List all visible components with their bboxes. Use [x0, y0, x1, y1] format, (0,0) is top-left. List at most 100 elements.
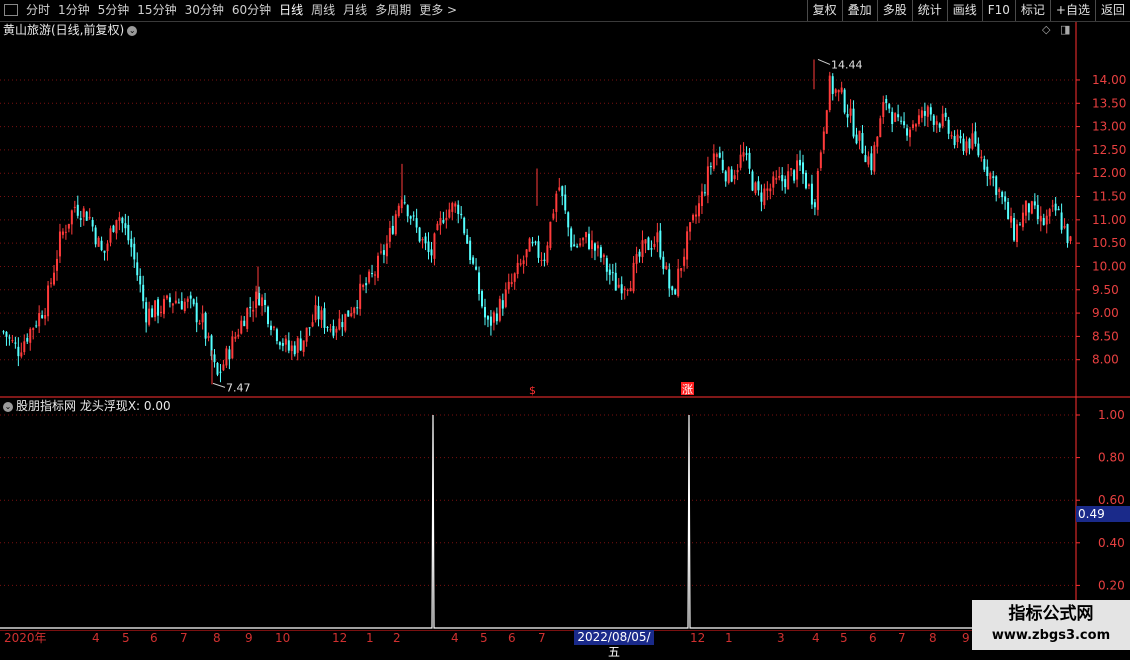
- candle-body: [136, 262, 139, 276]
- candle-body: [1039, 215, 1042, 222]
- candle-body: [1054, 203, 1057, 211]
- candle-body: [341, 322, 344, 328]
- candle-body: [760, 192, 763, 202]
- candle-body: [531, 241, 534, 244]
- candle-body: [272, 326, 275, 328]
- candle-body: [632, 262, 635, 292]
- candle-body: [264, 299, 267, 305]
- candle-body: [576, 246, 579, 248]
- candle-body: [124, 223, 127, 229]
- candle-body: [127, 224, 130, 241]
- diamond-icon[interactable]: ◇: [1042, 23, 1050, 36]
- candle-body: [659, 230, 662, 258]
- candle-body: [133, 243, 136, 260]
- x-tick-label: 8: [929, 631, 937, 645]
- candle-body: [287, 340, 290, 351]
- candle-body: [932, 115, 935, 125]
- candle-body: [1018, 224, 1021, 226]
- candle-body: [885, 98, 888, 104]
- candle-body: [867, 156, 870, 165]
- candle-body: [962, 138, 965, 152]
- candle-body: [1001, 191, 1004, 198]
- candle-body: [650, 248, 653, 250]
- candle-body: [674, 289, 677, 295]
- chart-surface[interactable]: 14.0013.5013.0012.5012.0011.5011.0010.50…: [0, 0, 1130, 650]
- candle-body: [641, 240, 644, 258]
- candle-body: [231, 336, 234, 359]
- candle-body: [739, 154, 742, 168]
- candle-body: [44, 314, 47, 319]
- candle-body: [692, 214, 695, 221]
- indicator-title: 股朋指标网 龙头浮现X: 0.00: [16, 399, 171, 413]
- candle-body: [816, 170, 819, 210]
- candle-body: [85, 211, 88, 221]
- candle-body: [564, 194, 567, 211]
- candle-body: [730, 169, 733, 182]
- x-tick-label: 12: [690, 631, 706, 645]
- candle-body: [700, 191, 703, 206]
- x-tick-label: 6: [508, 631, 516, 645]
- candle-body: [249, 306, 252, 309]
- candle-body: [26, 337, 29, 342]
- candle-body: [2, 331, 5, 333]
- candle-body: [240, 320, 243, 334]
- x-tick-label: 5: [480, 631, 488, 645]
- x-tick-label: 7: [898, 631, 906, 645]
- candle-body: [388, 227, 391, 242]
- candle-body: [88, 216, 91, 219]
- candle-body: [573, 244, 576, 247]
- candle-body: [267, 306, 270, 325]
- candle-body: [475, 266, 478, 270]
- candle-body: [540, 260, 543, 262]
- candle-body: [861, 133, 864, 154]
- candle-body: [900, 120, 903, 122]
- candle-body: [195, 302, 198, 323]
- candle-body: [585, 232, 588, 238]
- candle-body: [385, 243, 388, 257]
- candle-body: [302, 340, 305, 352]
- candle-body: [32, 328, 35, 330]
- candle-body: [617, 284, 620, 288]
- chevron-down-icon[interactable]: ⌄: [3, 401, 13, 412]
- panel-toggle-icon[interactable]: ◨: [1060, 23, 1070, 36]
- candle-body: [822, 131, 825, 150]
- candle-body: [329, 329, 332, 331]
- candle-body: [980, 156, 983, 159]
- y-tick-label: 0.40: [1098, 536, 1125, 550]
- candle-body: [590, 240, 593, 250]
- candle-body: [897, 114, 900, 118]
- candle-body: [775, 178, 778, 180]
- candle-body: [53, 272, 56, 285]
- x-tick-label: 5: [122, 631, 130, 645]
- candle-body: [1027, 203, 1030, 213]
- candle-body: [855, 134, 858, 144]
- candle-body: [67, 223, 70, 229]
- candle-body: [198, 323, 201, 325]
- candle-body: [888, 104, 891, 109]
- candle-body: [204, 312, 207, 339]
- candle-body: [365, 283, 368, 286]
- indicator-panel-title[interactable]: ⌄ 股朋指标网 龙头浮现X: 0.00: [3, 398, 171, 414]
- candle-body: [757, 181, 760, 191]
- main-panel-title[interactable]: 黄山旅游(日线,前复权) ⌄: [3, 22, 138, 38]
- candle-body: [593, 243, 596, 251]
- candle-body: [626, 290, 629, 292]
- candle-body: [736, 170, 739, 173]
- candle-body: [748, 152, 751, 169]
- candle-body: [588, 233, 591, 249]
- candle-body: [109, 228, 112, 243]
- chevron-down-icon[interactable]: ⌄: [127, 25, 138, 36]
- candle-body: [689, 222, 692, 232]
- candle-body: [555, 193, 558, 212]
- candle-body: [293, 345, 296, 355]
- candle-body: [519, 263, 522, 265]
- y-tick-label: 0.60: [1098, 493, 1125, 507]
- x-tick-label: 9: [962, 631, 970, 645]
- candle-body: [995, 176, 998, 195]
- candle-body: [160, 311, 163, 313]
- candle-body: [596, 245, 599, 249]
- candle-body: [697, 203, 700, 217]
- candle-body: [121, 217, 124, 224]
- candle-body: [498, 298, 501, 321]
- candle-body: [472, 257, 475, 264]
